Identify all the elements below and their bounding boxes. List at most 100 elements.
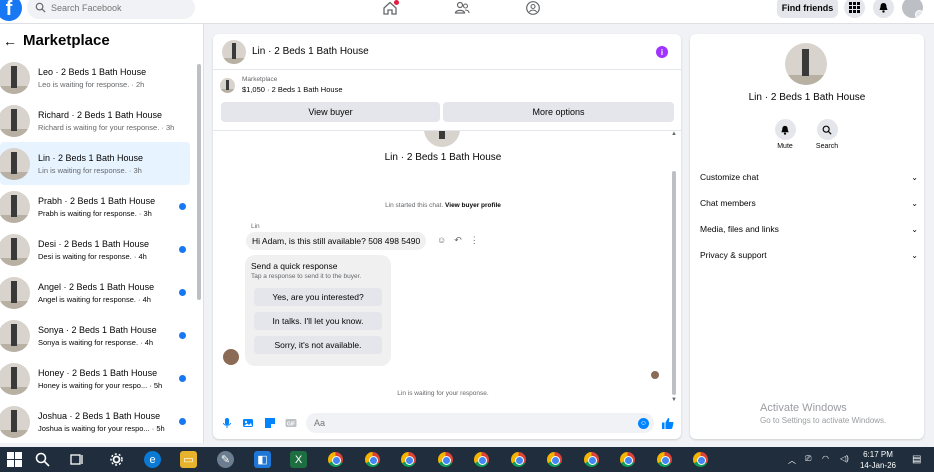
search-box[interactable] bbox=[27, 0, 195, 19]
task-view-icon[interactable] bbox=[69, 451, 86, 468]
scroll-up-arrow-icon[interactable]: ▲ bbox=[671, 131, 677, 137]
facebook-logo-icon[interactable]: f bbox=[0, 0, 22, 21]
thread-subtitle: Joshua is waiting for your respo... · 5h bbox=[38, 423, 165, 433]
back-arrow-icon[interactable]: ← bbox=[3, 33, 17, 49]
thread-list-item[interactable]: Richard · 2 Beds 1 Bath House Richard is … bbox=[0, 99, 190, 142]
privacy-support-row[interactable]: Privacy & support ⌄ bbox=[700, 246, 918, 264]
notifications-button[interactable] bbox=[873, 0, 894, 18]
emoji-icon[interactable]: ☺ bbox=[638, 418, 649, 429]
thread-thumbnail bbox=[0, 190, 30, 223]
sidebar-title: Marketplace bbox=[23, 32, 110, 49]
bell-icon bbox=[781, 125, 789, 135]
profile-avatar[interactable] bbox=[902, 0, 923, 18]
chrome-icon[interactable] bbox=[583, 451, 600, 468]
customize-chat-row[interactable]: Customize chat ⌄ bbox=[700, 168, 918, 186]
thread-list-item[interactable]: Honey · 2 Beds 1 Bath House Honey is wait… bbox=[0, 357, 190, 400]
thread-thumbnail bbox=[0, 276, 30, 309]
conversation-title: Lin · 2 Beds 1 Bath House bbox=[384, 152, 502, 163]
reply-icon[interactable]: ↶ bbox=[454, 235, 462, 246]
excel-icon[interactable]: X bbox=[290, 451, 307, 468]
menu-button[interactable] bbox=[844, 0, 865, 18]
thread-list-item[interactable]: Sonya · 2 Beds 1 Bath House Sonya is wait… bbox=[0, 314, 190, 357]
file-explorer-icon[interactable]: ▭ bbox=[180, 451, 197, 468]
settings-gear-icon[interactable] bbox=[108, 451, 125, 468]
thread-list-item[interactable]: Lin · 2 Beds 1 Bath House Lin is waiting … bbox=[0, 142, 190, 185]
conversation-scrollbar[interactable] bbox=[672, 171, 676, 395]
thread-subtitle: Lin is waiting for response. · 3h bbox=[38, 165, 142, 175]
chrome-icon[interactable] bbox=[619, 451, 636, 468]
thread-subtitle: Richard is waiting for your response. · … bbox=[38, 122, 175, 132]
chat-members-row[interactable]: Chat members ⌄ bbox=[700, 194, 918, 212]
thread-list-item[interactable]: Joshua · 2 Beds 1 Bath House Joshua is wa… bbox=[0, 400, 190, 443]
chat-details-title: Lin · 2 Beds 1 Bath House bbox=[748, 92, 866, 103]
edge-browser-icon[interactable]: e bbox=[144, 451, 161, 468]
thread-thumbnail bbox=[0, 61, 30, 94]
chrome-icon[interactable] bbox=[473, 451, 490, 468]
taskbar-clock[interactable]: 6:17 PM 14-Jan-26 bbox=[858, 449, 898, 471]
search-input[interactable] bbox=[51, 2, 181, 13]
volume-icon[interactable]: ◁) bbox=[840, 454, 849, 463]
scroll-down-arrow-icon[interactable]: ▼ bbox=[671, 397, 677, 402]
microphone-icon[interactable] bbox=[221, 417, 233, 429]
store-app-icon[interactable]: ◧ bbox=[254, 451, 271, 468]
search-icon[interactable] bbox=[34, 451, 51, 468]
chat-started-text: Lin started this chat. bbox=[385, 202, 444, 209]
listing-thumbnail[interactable] bbox=[222, 39, 246, 64]
listing-card[interactable]: Marketplace $1,050 · 2 Beds 1 Bath House bbox=[220, 76, 343, 94]
wifi-icon[interactable]: ◠ bbox=[822, 454, 829, 463]
thread-thumbnail bbox=[0, 233, 30, 266]
message-bubble[interactable]: Hi Adam, is this still available? 508 49… bbox=[246, 232, 427, 250]
paint-app-icon[interactable]: ✎ bbox=[217, 451, 234, 468]
sender-avatar[interactable] bbox=[223, 349, 239, 365]
sender-name: Lin bbox=[251, 223, 260, 230]
gif-icon[interactable]: GIF bbox=[285, 417, 297, 429]
info-icon[interactable]: i bbox=[656, 46, 668, 58]
svg-text:GIF: GIF bbox=[287, 421, 295, 427]
more-options-button[interactable]: More options bbox=[443, 102, 674, 122]
sticker-icon[interactable] bbox=[264, 417, 276, 429]
tray-app-icon[interactable]: ⎚ bbox=[805, 454, 811, 464]
thumbs-up-icon[interactable] bbox=[661, 417, 674, 430]
photo-icon[interactable] bbox=[242, 417, 254, 429]
thread-title: Desi · 2 Beds 1 Bath House bbox=[38, 238, 150, 249]
tray-chevron-up-icon[interactable]: ︿ bbox=[788, 455, 796, 466]
quick-response-button[interactable]: Yes, are you interested? bbox=[254, 288, 382, 306]
sidebar-scrollbar[interactable] bbox=[197, 64, 201, 300]
chrome-icon[interactable] bbox=[510, 451, 527, 468]
quick-response-button[interactable]: Sorry, it's not available. bbox=[254, 336, 382, 354]
chat-header-title[interactable]: Lin · 2 Beds 1 Bath House bbox=[252, 46, 369, 57]
thread-title: Sonya · 2 Beds 1 Bath House bbox=[38, 324, 157, 335]
more-vertical-icon[interactable]: ⋮ bbox=[470, 235, 479, 246]
friends-icon[interactable] bbox=[454, 0, 470, 16]
thread-subtitle: Leo is waiting for response. · 2h bbox=[38, 79, 145, 89]
listing-price: $1,050 · 2 Beds 1 Bath House bbox=[242, 85, 343, 94]
view-buyer-profile-link[interactable]: View buyer profile bbox=[445, 202, 501, 209]
emoji-reaction-icon[interactable]: ☺ bbox=[437, 235, 446, 246]
thread-thumbnail bbox=[0, 147, 30, 180]
chrome-icon[interactable] bbox=[364, 451, 381, 468]
thread-subtitle: Sonya is waiting for response. · 4h bbox=[38, 337, 154, 347]
media-files-links-row[interactable]: Media, files and links ⌄ bbox=[700, 220, 918, 238]
row-label: Media, files and links bbox=[700, 224, 779, 234]
unread-dot-icon bbox=[179, 203, 186, 210]
quick-response-button[interactable]: In talks. I'll let you know. bbox=[254, 312, 382, 330]
thread-title: Richard · 2 Beds 1 Bath House bbox=[38, 109, 163, 120]
find-friends-button[interactable]: Find friends bbox=[777, 0, 838, 18]
chrome-icon[interactable] bbox=[692, 451, 709, 468]
groups-icon[interactable] bbox=[525, 0, 541, 16]
thread-list-item[interactable]: Prabh · 2 Beds 1 Bath House Prabh is wait… bbox=[0, 185, 190, 228]
view-buyer-button[interactable]: View buyer bbox=[221, 102, 440, 122]
search-in-chat-button[interactable]: Search bbox=[807, 119, 847, 150]
thread-list-item[interactable]: Desi · 2 Beds 1 Bath House Desi is waitin… bbox=[0, 228, 190, 271]
windows-start-icon[interactable] bbox=[6, 451, 23, 468]
mute-button[interactable]: Mute bbox=[765, 119, 805, 150]
message-input[interactable] bbox=[306, 413, 654, 433]
chrome-icon[interactable] bbox=[400, 451, 417, 468]
notification-center-icon[interactable]: ▤ bbox=[912, 454, 921, 465]
chrome-icon[interactable] bbox=[546, 451, 563, 468]
chrome-icon[interactable] bbox=[327, 451, 344, 468]
thread-list-item[interactable]: Angel · 2 Beds 1 Bath House Angel is wait… bbox=[0, 271, 190, 314]
chrome-icon[interactable] bbox=[656, 451, 673, 468]
thread-list-item[interactable]: Leo · 2 Beds 1 Bath House Leo is waiting … bbox=[0, 56, 190, 99]
chrome-icon[interactable] bbox=[437, 451, 454, 468]
